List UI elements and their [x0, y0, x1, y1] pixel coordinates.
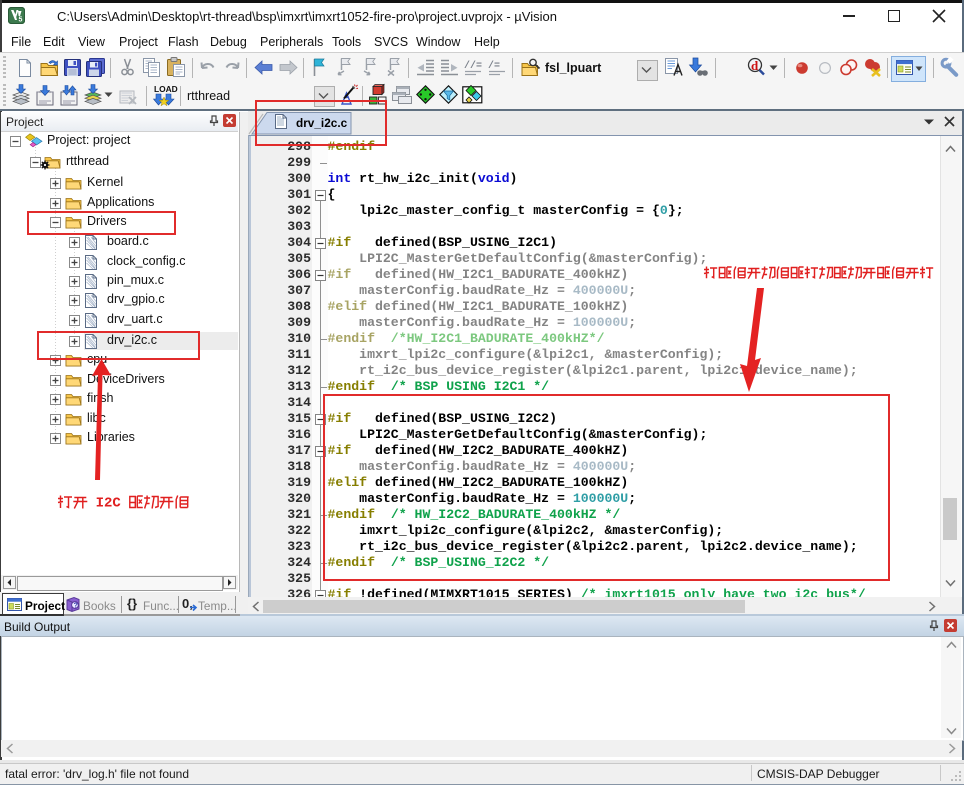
svg-text:LOAD: LOAD [154, 84, 178, 94]
svg-text:d: d [751, 58, 759, 73]
svg-text:/=: /= [488, 60, 500, 72]
svg-text:I2C: I2C [96, 496, 122, 512]
svg-text:5: 5 [19, 17, 23, 24]
svg-text://=: //= [464, 60, 482, 72]
svg-text:?: ? [74, 603, 78, 610]
